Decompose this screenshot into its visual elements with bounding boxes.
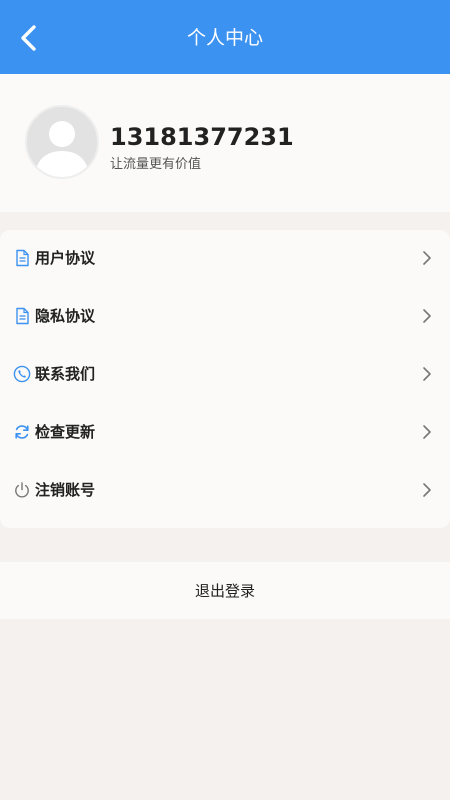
chevron-right-icon [422, 424, 432, 440]
menu-item-label: 隐私协议 [35, 307, 96, 325]
top-app-bar: 个人中心 [0, 0, 450, 74]
menu-item-label: 联系我们 [35, 365, 96, 383]
default-avatar-icon [25, 105, 99, 179]
menu-item-label: 注销账号 [35, 481, 96, 499]
menu-item-check-update[interactable]: 检查更新 [0, 404, 450, 460]
chevron-right-icon [422, 308, 432, 324]
menu-item-user-agreement[interactable]: 用户协议 [0, 230, 450, 286]
phone-number: 13181377231 [110, 123, 294, 151]
document-icon [13, 307, 31, 325]
phone-icon [13, 365, 31, 383]
profile-card: 13181377231 让流量更有价值 [0, 74, 450, 212]
menu-item-privacy-policy[interactable]: 隐私协议 [0, 288, 450, 344]
logout-button[interactable]: 退出登录 [0, 562, 450, 619]
profile-slogan: 让流量更有价值 [110, 157, 202, 172]
logout-label: 退出登录 [194, 582, 255, 600]
menu-item-label: 用户协议 [35, 249, 96, 267]
page-title: 个人中心 [186, 27, 263, 49]
avatar[interactable] [25, 105, 99, 179]
chevron-right-icon [422, 366, 432, 382]
menu-item-delete-account[interactable]: 注销账号 [0, 462, 450, 518]
menu-item-label: 检查更新 [35, 423, 96, 441]
menu-item-contact-us[interactable]: 联系我们 [0, 346, 450, 402]
chevron-right-icon [422, 250, 432, 266]
refresh-icon [13, 423, 31, 441]
power-icon [13, 481, 31, 499]
document-icon [13, 249, 31, 267]
chevron-right-icon [422, 482, 432, 498]
menu-list: 用户协议 隐私协议 联系我们 检查更新 注销账号 [0, 230, 450, 528]
